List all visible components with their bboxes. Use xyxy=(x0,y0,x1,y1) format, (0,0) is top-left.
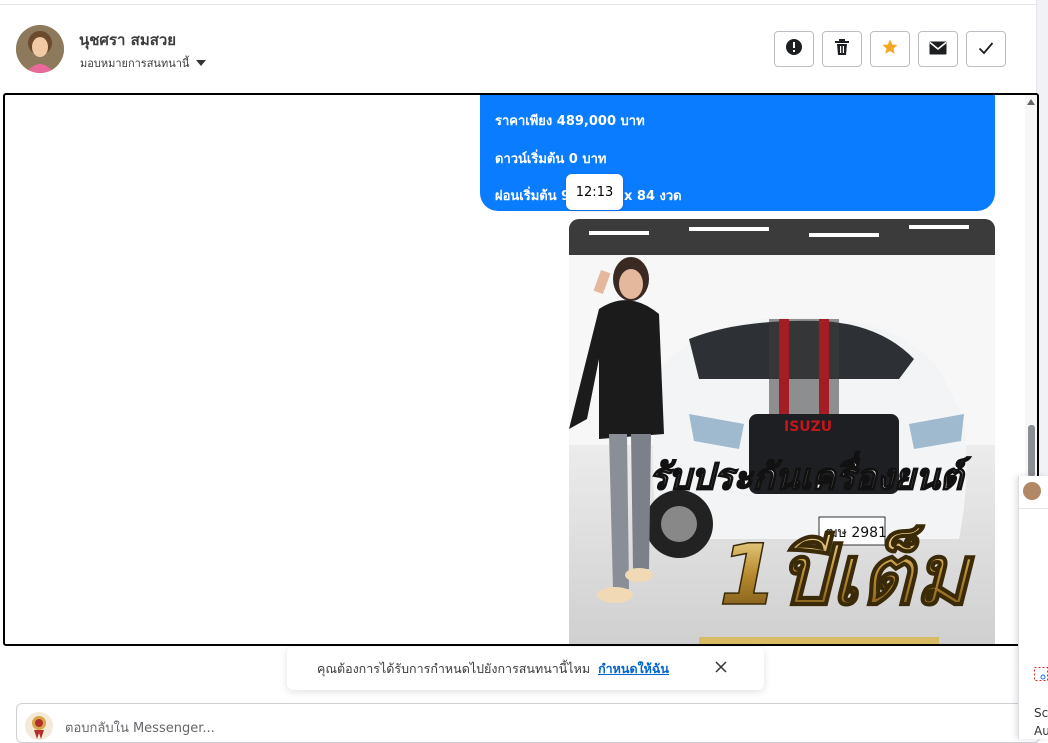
timestamp-tooltip: 12:13 xyxy=(566,174,623,210)
trash-icon xyxy=(834,38,850,60)
message-line: ราคาเพียง 489,000 บาท xyxy=(495,114,645,129)
assign-notice-text: คุณต้องการได้รับการกำหนดไปยังการสนทนานี้… xyxy=(317,660,591,676)
side-widget-text: Au xyxy=(1034,724,1048,738)
mark-spam-button[interactable] xyxy=(774,31,814,67)
header-actions xyxy=(774,31,1006,67)
photo-overlay-line1: รับประกันเครื่องยนต์ xyxy=(649,451,971,498)
checkmark-icon xyxy=(978,40,994,59)
message-line: x 84 งวด xyxy=(624,189,682,204)
assign-notice: คุณต้องการได้รับการกำหนดไปยังการสนทนานี้… xyxy=(287,647,764,690)
message-line: ดาวน์เริ่มต้น 0 บาท xyxy=(495,152,607,167)
photo-brand: ISUZU xyxy=(784,419,832,435)
contact-avatar[interactable] xyxy=(16,25,64,73)
close-icon[interactable] xyxy=(715,661,727,676)
mark-done-button[interactable] xyxy=(966,31,1006,67)
photo-overlay-line2: 1ปีเต็ม xyxy=(719,525,975,624)
contact-name: นุชศรา สมสวย xyxy=(79,31,177,49)
mark-unread-button[interactable] xyxy=(918,31,958,67)
caret-down-icon xyxy=(196,60,207,66)
assign-label: มอบหมายการสนทนานี้ xyxy=(80,57,190,70)
reply-input-placeholder[interactable]: ตอบกลับใน Messenger... xyxy=(65,717,215,738)
page-avatar xyxy=(25,712,53,740)
assign-dropdown[interactable]: มอบหมายการสนทนานี้ xyxy=(80,54,207,72)
scroll-thumb[interactable] xyxy=(1028,425,1035,477)
message-thread[interactable]: ราคาเพียง 489,000 บาท ดาวน์เริ่มต้น 0 บา… xyxy=(3,93,1039,646)
envelope-icon xyxy=(929,40,947,59)
star-button[interactable] xyxy=(870,31,910,67)
conversation-header: นุชศรา สมสวย มอบหมายการสนทนานี้ xyxy=(0,5,1036,93)
reply-composer[interactable]: ตอบกลับใน Messenger... xyxy=(16,703,1040,743)
exclamation-circle-icon xyxy=(785,38,803,60)
side-widget-text: Sc xyxy=(1034,706,1048,720)
message-photo[interactable]: ISUZU ฒษ 2981 รับประกันเครื่องยนต์ 1ปีเต… xyxy=(569,219,995,644)
outgoing-message-bubble[interactable]: ราคาเพียง 489,000 บาท ดาวน์เริ่มต้น 0 บา… xyxy=(480,95,995,211)
message-line: ผ่อนเริ่มต้น 9 xyxy=(495,189,571,204)
delete-button[interactable] xyxy=(822,31,862,67)
scroll-up-icon[interactable] xyxy=(1027,99,1035,105)
star-icon xyxy=(881,38,899,60)
assign-to-me-link[interactable]: กำหนดให้ฉัน xyxy=(598,659,669,679)
inbox-window: นุชศรา สมสวย มอบหมายการสนทนานี้ ราคาเพีย… xyxy=(0,0,1048,743)
divider xyxy=(1019,508,1048,509)
scissors-icon[interactable] xyxy=(1034,666,1048,685)
mini-avatar xyxy=(1023,482,1041,500)
side-panel-widget[interactable]: Sc Au xyxy=(1018,476,1048,739)
